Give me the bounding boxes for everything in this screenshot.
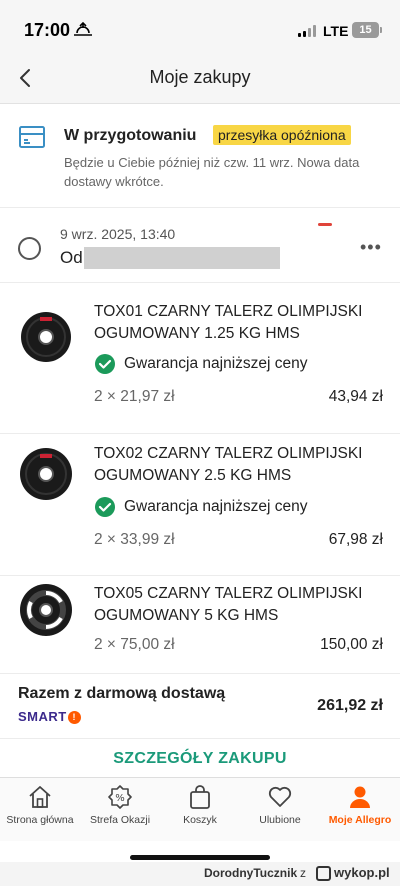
status-title: W przygotowaniu xyxy=(64,127,197,144)
watermark-credit: DorodnyTucznik z wykop.pl xyxy=(0,862,400,886)
order-select-radio[interactable] xyxy=(18,237,41,260)
smart-logo-text: SMART xyxy=(18,709,67,724)
tab-label: Ulubione xyxy=(259,814,301,826)
item-total: 43,94 zł xyxy=(328,388,383,405)
sunset-icon xyxy=(74,21,92,39)
heart-icon xyxy=(268,786,292,807)
status-bar: 17:00 LTE 15 xyxy=(0,0,400,56)
order-summary: Razem z darmową dostawą SMART! 261,92 zł xyxy=(0,675,400,739)
tab-my-allegro[interactable]: Moje Allegro xyxy=(320,784,400,838)
item-quantity-price: 2 × 33,99 zł xyxy=(94,531,175,548)
item-quantity-price: 2 × 75,00 zł xyxy=(94,636,175,653)
item-quantity-price: 2 × 21,97 zł xyxy=(94,388,175,405)
order-header: 9 wrz. 2025, 13:40 Od ••• xyxy=(0,209,400,283)
percent-tag-icon: % xyxy=(108,785,132,809)
tab-favorites[interactable]: Ulubione xyxy=(240,784,320,838)
order-item[interactable]: TOX05 CZARNY TALERZ OLIMPIJSKI OGUMOWANY… xyxy=(0,577,400,674)
bag-icon xyxy=(190,785,210,809)
order-content: W przygotowaniu przesyłka opóźniona Będz… xyxy=(0,105,400,777)
network-label: LTE xyxy=(323,23,349,39)
user-icon xyxy=(350,786,370,808)
tab-label: Strefa Okazji xyxy=(89,814,151,826)
tab-cart[interactable]: Koszyk xyxy=(160,784,240,838)
tab-label: Strona główna xyxy=(6,814,74,826)
more-options-button[interactable]: ••• xyxy=(360,237,382,258)
tab-label: Moje Allegro xyxy=(328,814,392,826)
tab-label: Koszyk xyxy=(183,814,217,826)
check-badge-icon xyxy=(94,496,116,518)
purchase-details-link[interactable]: SZCZEGÓŁY ZAKUPU xyxy=(0,750,400,768)
item-total: 67,98 zł xyxy=(328,531,383,548)
credit-site: wykop.pl xyxy=(334,865,390,880)
credit-connector: z xyxy=(300,866,306,880)
summary-total: 261,92 zł xyxy=(317,697,383,714)
tab-home[interactable]: Strona główna xyxy=(0,784,80,838)
bottom-tab-bar: Strona główna % Strefa Okazji Koszyk Ulu… xyxy=(0,777,400,841)
item-total: 150,00 zł xyxy=(320,636,383,653)
delivery-status-card: W przygotowaniu przesyłka opóźniona Będz… xyxy=(0,105,400,208)
badge-label: Gwarancja najniższej ceny xyxy=(124,355,308,372)
credit-username: DorodnyTucznik xyxy=(204,866,298,880)
tab-deals[interactable]: % Strefa Okazji xyxy=(80,784,160,838)
order-item[interactable]: TOX02 CZARNY TALERZ OLIMPIJSKI OGUMOWANY… xyxy=(0,435,400,576)
smart-logo-mark: ! xyxy=(67,711,81,724)
smart-logo: SMART! xyxy=(18,709,81,725)
delay-badge: przesyłka opóźniona xyxy=(213,125,351,145)
order-date: 9 wrz. 2025, 13:40 xyxy=(60,226,176,242)
weight-plate-image xyxy=(18,446,74,502)
battery-icon: 15 xyxy=(352,22,382,38)
item-name: TOX01 CZARNY TALERZ OLIMPIJSKI OGUMOWANY… xyxy=(94,303,363,342)
check-badge-icon xyxy=(94,353,116,375)
home-indicator xyxy=(130,855,270,860)
svg-text:%: % xyxy=(115,793,125,804)
weight-plate-image xyxy=(18,309,74,365)
status-description: Będzie u Ciebie później niż czw. 11 wrz.… xyxy=(64,155,360,189)
item-name: TOX05 CZARNY TALERZ OLIMPIJSKI OGUMOWANY… xyxy=(94,585,363,624)
page-title: Moje zakupy xyxy=(149,67,251,87)
seller-label: Od xyxy=(60,248,83,267)
summary-label: Razem z darmową dostawą xyxy=(18,685,226,702)
wykop-logo-icon xyxy=(316,866,331,881)
badge-label: Gwarancja najniższej ceny xyxy=(124,498,308,515)
order-item[interactable]: TOX01 CZARNY TALERZ OLIMPIJSKI OGUMOWANY… xyxy=(0,284,400,434)
weight-plate-image xyxy=(18,582,74,638)
app-header: Moje zakupy xyxy=(0,56,400,104)
signal-icon xyxy=(298,25,318,37)
home-icon xyxy=(29,786,51,808)
item-name: TOX02 CZARNY TALERZ OLIMPIJSKI OGUMOWANY… xyxy=(94,445,363,484)
package-box-icon xyxy=(18,123,46,151)
notification-mark xyxy=(318,223,332,226)
clock-time: 17:00 xyxy=(24,20,71,40)
seller-name-redacted xyxy=(84,247,280,269)
